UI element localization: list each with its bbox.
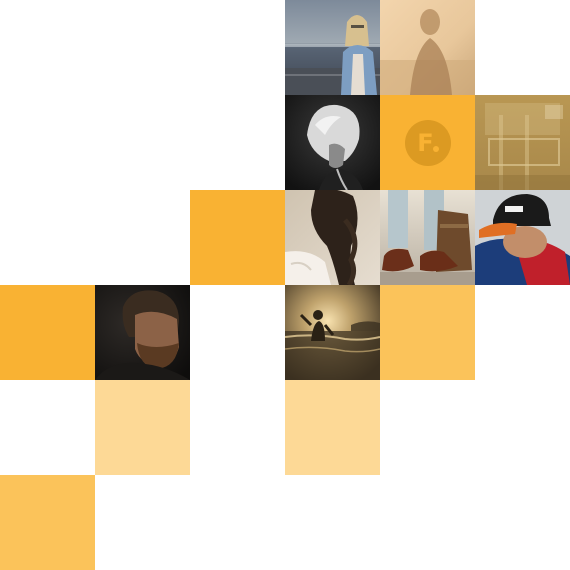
accent-tile bbox=[380, 285, 475, 380]
photo-woman-long-hair-image bbox=[285, 190, 380, 285]
photo-silhouette-sea-warm-image bbox=[380, 0, 475, 95]
accent-tile bbox=[190, 190, 285, 285]
photo-shoes-and-bag-image bbox=[380, 190, 475, 285]
photo-woman-wavy-hair-bw[interactable] bbox=[285, 95, 380, 190]
brand-logo-icon[interactable]: F bbox=[404, 119, 451, 166]
accent-tile bbox=[95, 380, 190, 475]
photo-woman-denim-jacket[interactable] bbox=[285, 0, 380, 95]
photo-vintage-room-image bbox=[475, 95, 570, 190]
brand-logo-tile[interactable]: F bbox=[380, 95, 475, 190]
mosaic-grid: F bbox=[0, 0, 570, 570]
photo-bearded-man-portrait-image bbox=[95, 285, 190, 380]
accent-tile bbox=[285, 380, 380, 475]
accent-tile bbox=[0, 285, 95, 380]
photo-bearded-man-portrait[interactable] bbox=[95, 285, 190, 380]
photo-man-snapback-cap[interactable] bbox=[475, 190, 570, 285]
photo-silhouette-sea-warm[interactable] bbox=[380, 0, 475, 95]
photo-woman-denim-jacket-image bbox=[285, 0, 380, 95]
photo-woman-wavy-hair-bw-image bbox=[285, 95, 380, 190]
photo-child-sea-sunset[interactable] bbox=[285, 285, 380, 380]
photo-shoes-and-bag[interactable] bbox=[380, 190, 475, 285]
photo-child-sea-sunset-image bbox=[285, 285, 380, 380]
photo-vintage-room[interactable] bbox=[475, 95, 570, 190]
brand-logo-letter: F bbox=[417, 129, 434, 157]
accent-tile bbox=[0, 475, 95, 570]
photo-woman-long-hair[interactable] bbox=[285, 190, 380, 285]
brand-logo-dot bbox=[432, 145, 439, 152]
photo-man-snapback-cap-image bbox=[475, 190, 570, 285]
